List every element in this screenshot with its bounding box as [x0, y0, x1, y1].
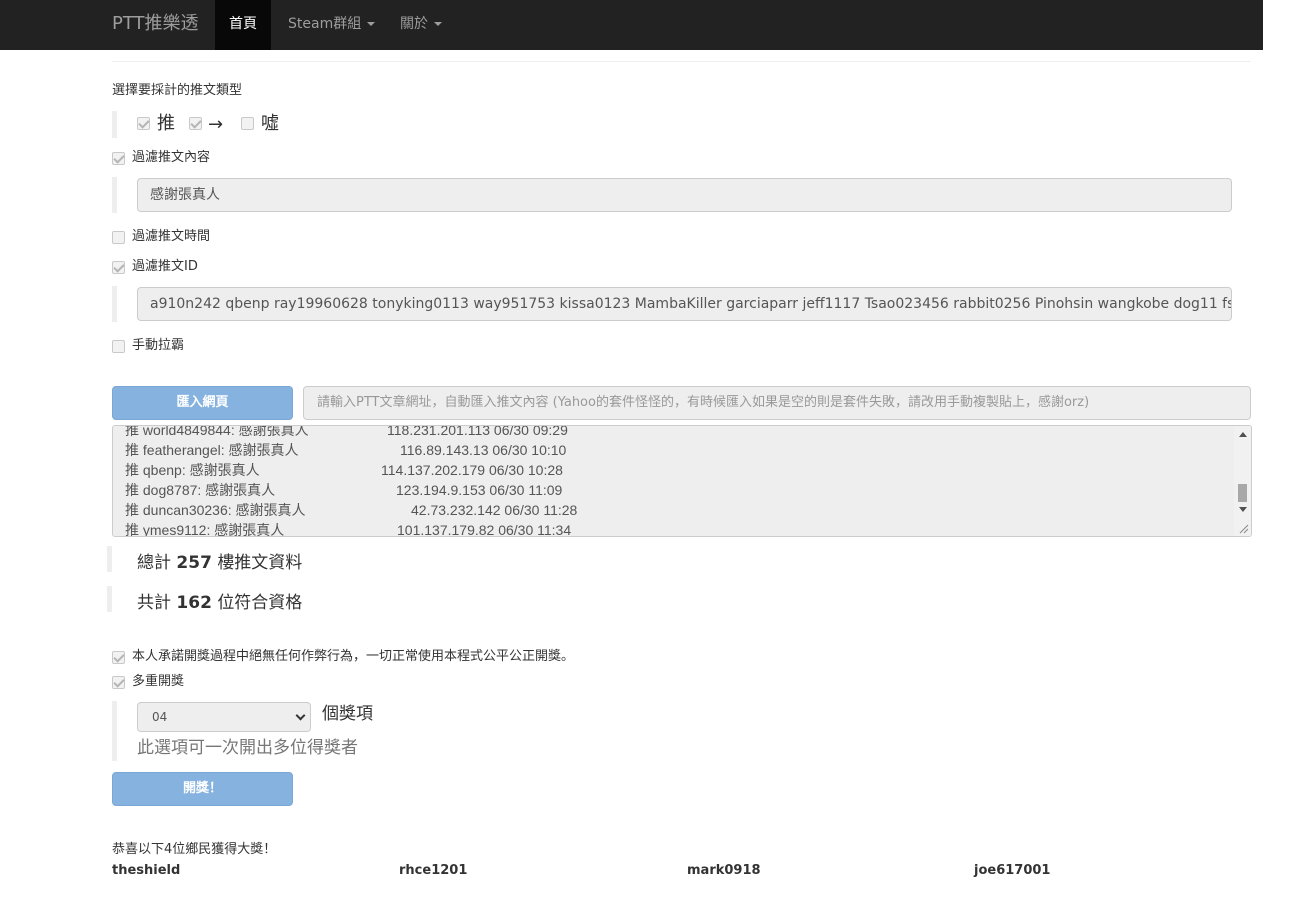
winners-title: 恭喜以下4位鄉民獲得大獎！ — [112, 842, 277, 857]
import-button[interactable]: 匯入網頁 — [112, 386, 293, 420]
push-line: 推 dog8787: 感謝張真人 123.194.9.153 06/30 11:0… — [125, 482, 563, 498]
prize-count-select[interactable]: 04 — [137, 702, 311, 732]
eligible-stat: 共計 162 位符合資格 — [137, 593, 303, 613]
push-type-label: 選擇要採計的推文類型 — [112, 83, 243, 98]
filter-content-label: 過濾推文內容 — [132, 150, 211, 165]
nav-about[interactable]: 關於 — [400, 0, 442, 50]
nav-steam-group[interactable]: Steam群組 — [288, 0, 376, 50]
multi-draw-label: 多重開獎 — [132, 674, 185, 689]
push-line: 推 ymes9112: 感謝張真人 101.137.179.82 06/30 11… — [125, 522, 572, 537]
prize-count-value: 04 — [152, 710, 168, 724]
total-count: 257 — [176, 553, 212, 573]
navbar: PTT推樂透 首頁 Steam群組 關於 — [0, 0, 1263, 50]
checkbox-filter-content[interactable] — [112, 152, 125, 165]
winner-name: theshield — [112, 863, 181, 878]
push-line: 推 duncan30236: 感謝張真人 42.73.232.142 06/30 … — [125, 502, 578, 518]
blockquote-bar — [112, 177, 117, 213]
checkbox-arrow[interactable] — [189, 117, 202, 130]
checkbox-multi-draw[interactable] — [112, 676, 125, 689]
checkbox-pledge[interactable] — [112, 651, 125, 664]
push-line: 推 featherangel: 感謝張真人 116.89.143.13 06/30… — [125, 442, 567, 458]
checkbox-filter-id[interactable] — [112, 261, 125, 274]
filter-id-input[interactable]: a910n242 qbenp ray19960628 tonyking0113 … — [137, 287, 1232, 321]
winner-name: rhce1201 — [399, 863, 468, 878]
filter-content-input[interactable]: 感謝張真人 — [137, 178, 1232, 212]
resize-handle-icon[interactable] — [1239, 524, 1249, 534]
nav-steam-group-label: Steam群組 — [288, 16, 362, 32]
push-lines: 推 world4849844: 感謝張真人 118.231.201.113 06/… — [125, 425, 1225, 537]
arrow-option-label: → — [208, 114, 224, 135]
filter-id-label: 過濾推文ID — [132, 259, 198, 274]
draw-button[interactable]: 開獎！ — [112, 772, 293, 806]
url-input[interactable]: 請輸入PTT文章網址，自動匯入推文內容 (Yahoo的套件怪怪的，有時候匯入如果… — [303, 386, 1251, 420]
multi-help: 此選項可一次開出多位得獎者 — [137, 738, 358, 758]
push-textarea[interactable]: 推 world4849844: 感謝張真人 118.231.201.113 06/… — [112, 425, 1252, 537]
divider — [112, 61, 1251, 62]
filter-time-label: 過濾推文時間 — [132, 229, 211, 244]
blockquote-bar — [107, 586, 112, 612]
eligible-count: 162 — [176, 593, 212, 613]
total-stat: 總計 257 樓推文資料 — [137, 553, 303, 573]
boo-option-label: 噓 — [261, 113, 279, 134]
prize-suffix: 個獎項 — [322, 704, 373, 724]
chevron-down-icon — [295, 710, 306, 721]
checkbox-push[interactable] — [137, 117, 150, 130]
caret-down-icon — [434, 22, 442, 26]
checkbox-manual[interactable] — [112, 340, 125, 353]
nav-about-label: 關於 — [400, 16, 428, 32]
push-line: 推 world4849844: 感謝張真人 118.231.201.113 06/… — [125, 425, 568, 438]
push-line: 推 qbenp: 感謝張真人 114.137.202.179 06/30 10:2… — [125, 462, 563, 478]
nav-home[interactable]: 首頁 — [215, 0, 271, 50]
blockquote-bar — [107, 546, 112, 572]
push-option-label: 推 — [157, 113, 175, 134]
checkbox-filter-time[interactable] — [112, 231, 125, 244]
manual-label: 手動拉霸 — [132, 338, 185, 353]
blockquote-bar — [112, 111, 117, 138]
blockquote-bar — [112, 286, 117, 322]
scroll-thumb[interactable] — [1238, 484, 1247, 502]
winner-name: joe617001 — [974, 863, 1051, 878]
scroll-up-icon[interactable] — [1239, 432, 1247, 437]
brand-logo[interactable]: PTT推樂透 — [112, 0, 199, 50]
blockquote-bar — [112, 701, 117, 761]
caret-down-icon — [367, 22, 376, 26]
pledge-label: 本人承諾開獎過程中絕無任何作弊行為，一切正常使用本程式公平公正開獎。 — [132, 649, 575, 664]
checkbox-boo[interactable] — [241, 117, 254, 130]
winner-name: mark0918 — [687, 863, 761, 878]
textarea-scrollbar[interactable] — [1234, 426, 1251, 536]
scroll-down-icon[interactable] — [1239, 507, 1247, 512]
